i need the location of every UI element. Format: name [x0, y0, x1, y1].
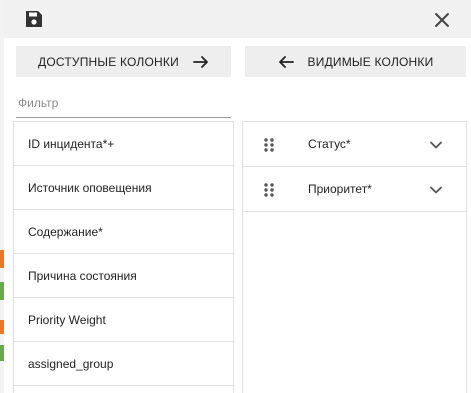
arrow-left-icon	[278, 55, 294, 68]
column-label: assigned_group	[28, 356, 114, 371]
available-columns-label: ДОСТУПНЫЕ КОЛОНКИ	[38, 54, 179, 69]
column-label: ID инцидента*+	[28, 136, 115, 151]
arrow-right-icon	[193, 55, 208, 68]
filter-input[interactable]	[16, 88, 231, 118]
column-chooser-dialog: ДОСТУПНЫЕ КОЛОНКИ ВИДИМЫЕ КОЛОНКИ ID инц…	[4, 0, 471, 393]
visible-columns-button[interactable]: ВИДИМЫЕ КОЛОНКИ	[245, 46, 466, 77]
column-label: Содержание*	[28, 224, 103, 239]
available-columns-list: ID инцидента*+ Источник оповещения Содер…	[13, 121, 234, 393]
list-item[interactable]: Priority Weight	[14, 298, 233, 342]
column-label: Priority Weight	[28, 312, 106, 327]
drag-handle-icon[interactable]	[263, 137, 275, 153]
list-item[interactable]: Причина состояния	[14, 254, 233, 298]
chevron-down-icon[interactable]	[429, 183, 443, 197]
drag-handle-icon[interactable]	[263, 182, 275, 198]
column-label: Приоритет*	[308, 182, 372, 196]
column-label: Статус*	[308, 137, 351, 151]
column-label: Причина состояния	[28, 268, 137, 283]
visible-columns-label: ВИДИМЫЕ КОЛОНКИ	[307, 54, 434, 69]
save-icon[interactable]	[24, 9, 44, 29]
column-label: Источник оповещения	[28, 180, 152, 195]
dialog-toolbar	[4, 0, 471, 38]
close-icon[interactable]	[432, 10, 452, 30]
list-item[interactable]: assigned_group	[14, 342, 233, 386]
list-item[interactable]: Приоритет*	[243, 167, 466, 212]
available-columns-button[interactable]: ДОСТУПНЫЕ КОЛОНКИ	[16, 46, 231, 77]
list-item[interactable]: ID инцидента*+	[14, 122, 233, 166]
chevron-down-icon[interactable]	[429, 138, 443, 152]
list-item[interactable]: Статус*	[243, 122, 466, 167]
list-item[interactable]: Содержание*	[14, 210, 233, 254]
list-item[interactable]: Источник оповещения	[14, 166, 233, 210]
visible-columns-list: Статус* Приоритет*	[242, 121, 467, 393]
